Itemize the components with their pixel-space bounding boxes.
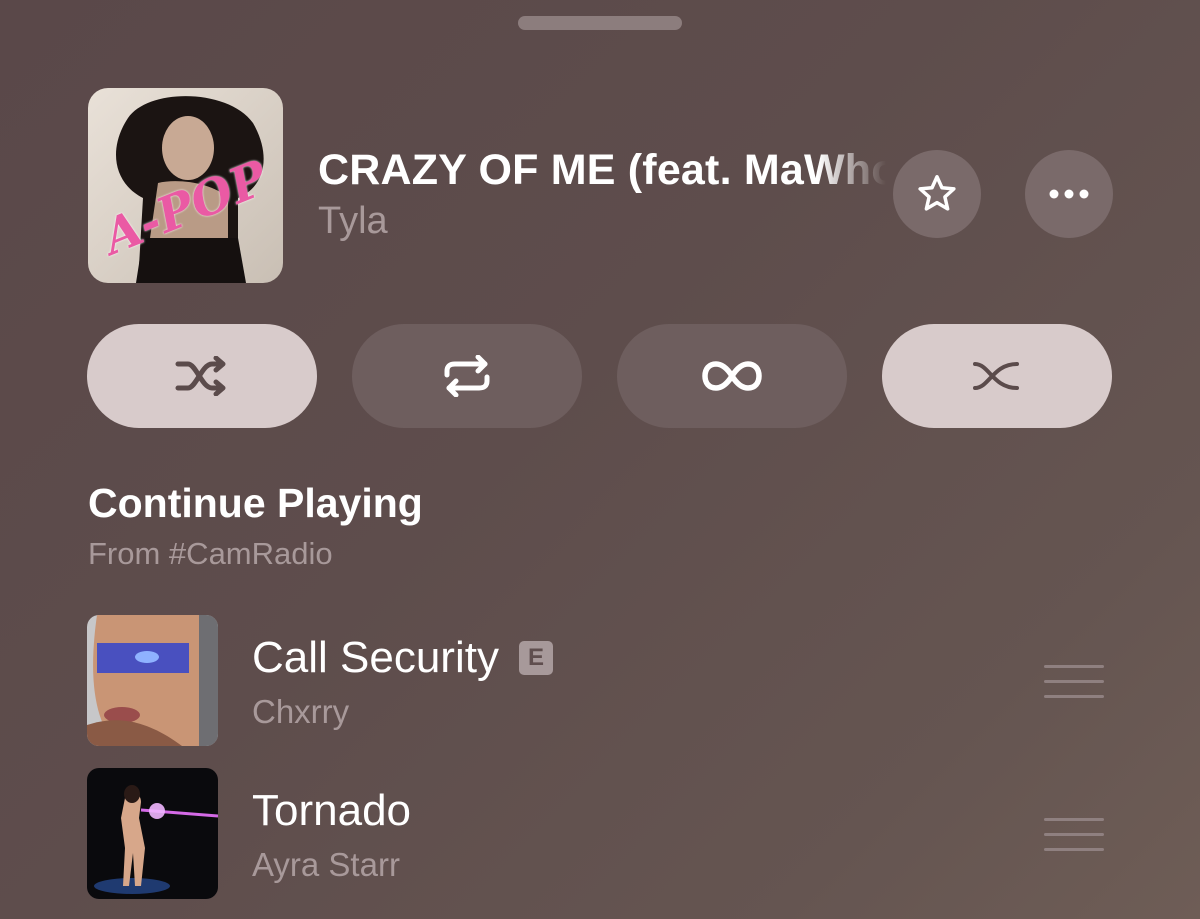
track-artist: Ayra Starr	[252, 846, 400, 883]
shuffle-button[interactable]	[87, 324, 317, 428]
queue-row[interactable]: Call Security E Chxrry	[0, 615, 1200, 747]
track-artwork	[87, 615, 218, 746]
track-title: Tornado	[252, 786, 412, 835]
sheet-grabber[interactable]	[518, 16, 682, 30]
track-artist: Chxrry	[252, 693, 350, 730]
star-icon	[915, 172, 959, 216]
now-playing-title[interactable]: CRAZY OF ME (feat. MaWhoo)	[318, 146, 886, 200]
now-playing-artwork: A-POP	[88, 88, 283, 283]
track-artwork	[87, 768, 218, 899]
queue-row[interactable]: Tornado Ayra Starr	[0, 768, 1200, 900]
ellipsis-icon	[1047, 188, 1091, 200]
more-options-button[interactable]	[1025, 150, 1113, 238]
explicit-badge: E	[518, 641, 553, 675]
reorder-handle-icon[interactable]	[1044, 665, 1104, 698]
track-title-line: Call Security E	[252, 633, 553, 683]
section-title: Continue Playing	[88, 480, 423, 526]
infinity-icon	[701, 360, 763, 392]
repeat-icon	[441, 355, 493, 397]
repeat-button[interactable]	[352, 324, 582, 428]
track-title: Call Security	[252, 633, 499, 682]
favorite-button[interactable]	[893, 150, 981, 238]
section-source[interactable]: From #CamRadio	[88, 536, 333, 572]
shuffle-icon	[174, 356, 230, 396]
crossfade-icon	[971, 358, 1023, 394]
crossfade-button[interactable]	[882, 324, 1112, 428]
now-playing-artist[interactable]: Tyla	[318, 200, 388, 243]
autoplay-infinity-button[interactable]	[617, 324, 847, 428]
reorder-handle-icon[interactable]	[1044, 818, 1104, 851]
track-title-line: Tornado	[252, 786, 411, 836]
